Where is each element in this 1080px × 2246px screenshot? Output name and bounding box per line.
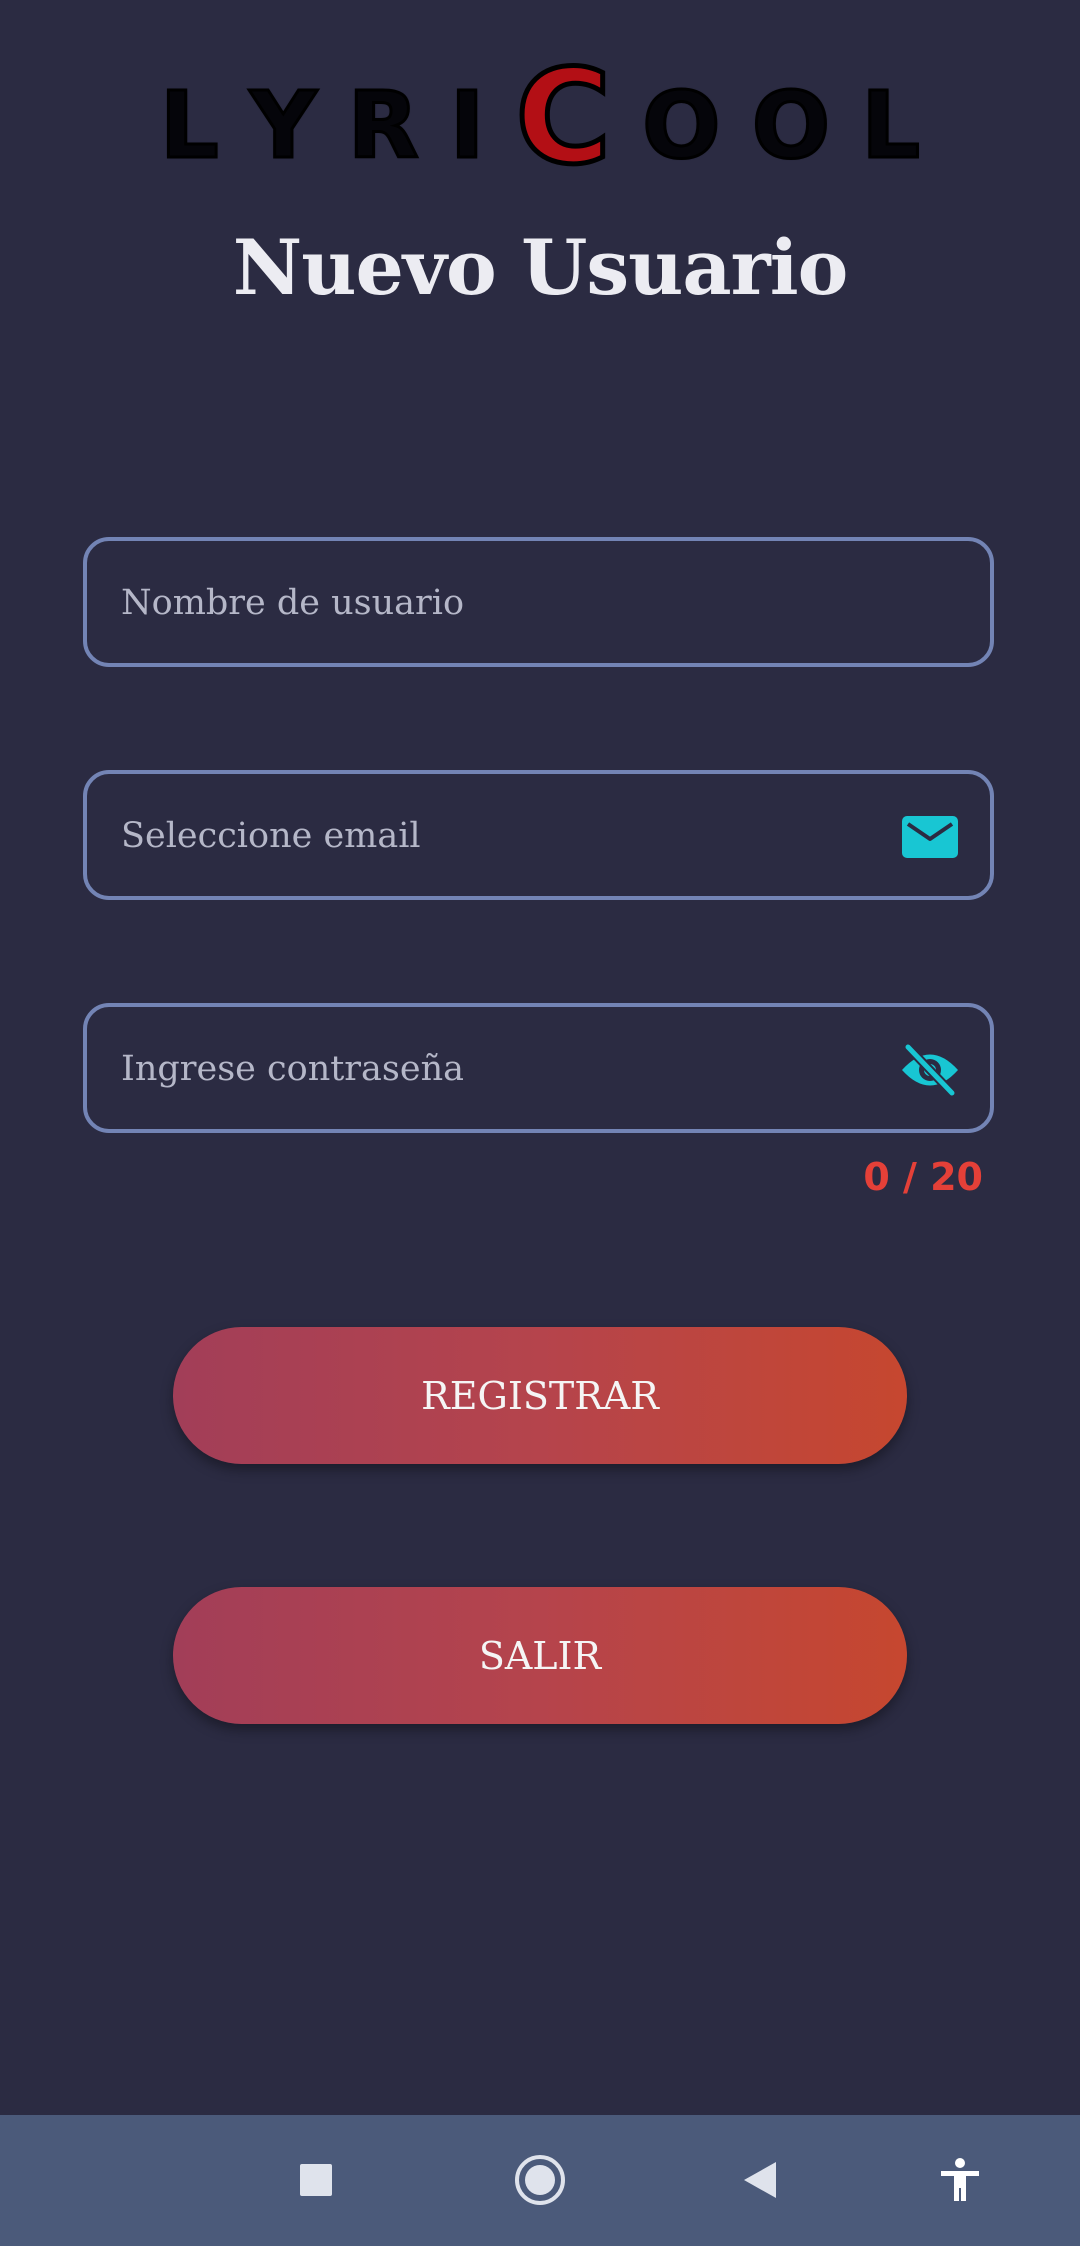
email-field[interactable]	[83, 770, 994, 900]
logo-letter: O	[641, 72, 722, 179]
password-field[interactable]	[83, 1003, 994, 1133]
password-char-counter: 0 / 20	[863, 1155, 983, 1199]
logo-letter: O	[750, 72, 831, 179]
exit-button[interactable]: SALIR	[173, 1587, 907, 1724]
logo-letter-accent: C	[513, 41, 613, 193]
back-icon[interactable]	[728, 2148, 792, 2212]
logo-letter: R	[346, 72, 420, 179]
password-input[interactable]	[119, 1007, 903, 1131]
page-title: Nuevo Usuario	[232, 223, 849, 312]
logo-letter: Y	[248, 72, 318, 179]
username-input[interactable]	[119, 541, 903, 665]
accessibility-icon[interactable]	[928, 2148, 992, 2212]
visibility-off-icon[interactable]	[900, 1042, 960, 1098]
mail-icon[interactable]	[900, 814, 960, 860]
email-input[interactable]	[119, 774, 903, 898]
home-icon[interactable]	[508, 2148, 572, 2212]
system-navigation-bar	[0, 2115, 1080, 2246]
logo-letter: L	[860, 72, 922, 179]
logo-letter: I	[449, 72, 486, 179]
username-field[interactable]	[83, 537, 994, 667]
recent-apps-icon[interactable]	[284, 2148, 348, 2212]
logo-letter: L	[159, 72, 221, 179]
register-button[interactable]: REGISTRAR	[173, 1327, 907, 1464]
app-logo: L Y R I C O O L	[159, 41, 922, 193]
